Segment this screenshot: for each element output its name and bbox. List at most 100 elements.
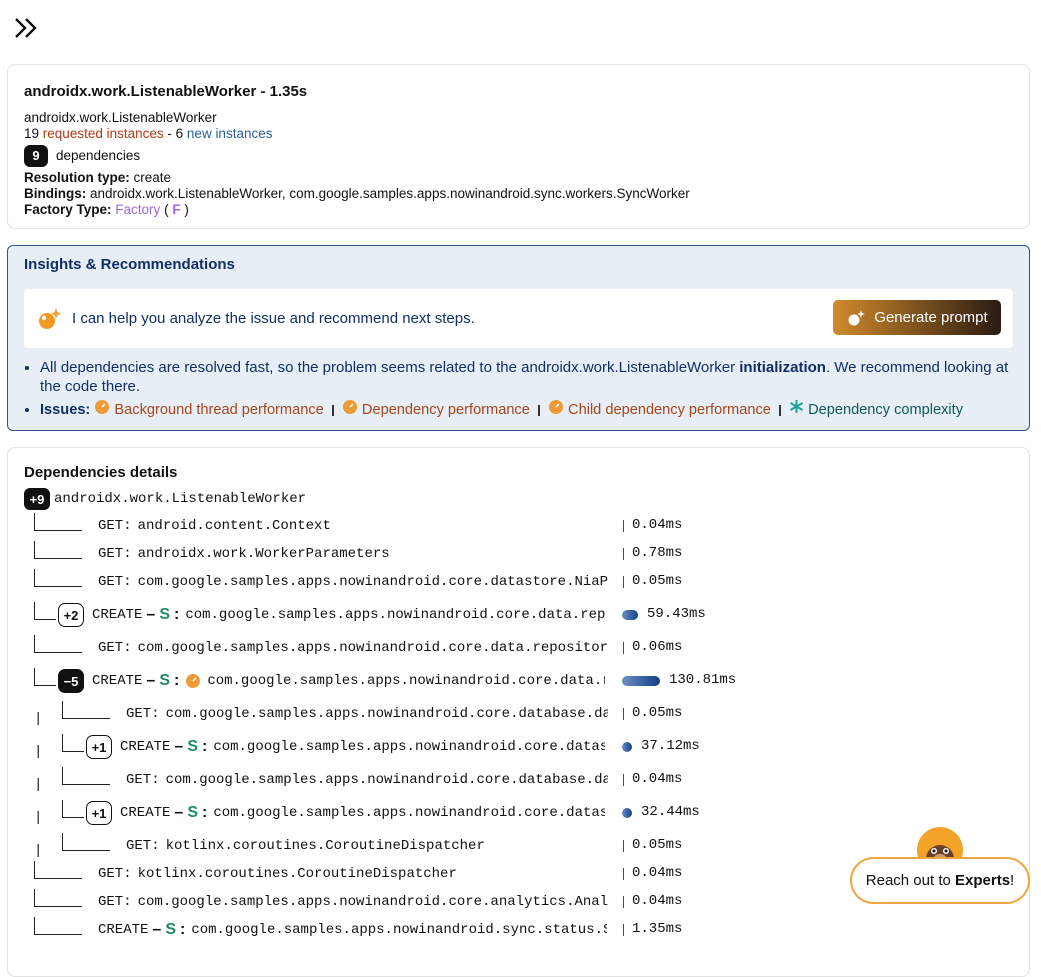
ai-sparkle-icon [39, 307, 61, 329]
dash: – [146, 672, 156, 689]
dependency-row[interactable]: GET: com.google.samples.apps.nowinandroid… [112, 701, 608, 727]
recommendation-text: All dependencies are resolved fast, so t… [40, 359, 740, 376]
timing-bar [622, 742, 632, 752]
bindings: Bindings: androidx.work.ListenableWorker… [24, 186, 1013, 202]
resolution-time: 32.44ms [641, 804, 700, 820]
operation-label: GET: [98, 640, 132, 656]
separator [537, 404, 540, 416]
resolution-time: 0.06ms [632, 639, 683, 655]
factory-value: Factory [115, 202, 161, 217]
tree-connector [62, 767, 110, 785]
dependency-name: com.google.samples.apps.nowinandroid.cor… [185, 607, 605, 623]
bindings-value: androidx.work.ListenableWorker, com.goog… [90, 186, 690, 201]
resolution-label: Resolution type: [24, 170, 130, 185]
timing-bar [623, 896, 624, 908]
requested-instances-link[interactable]: requested instances [43, 126, 164, 141]
operation-label: GET: [98, 866, 132, 882]
tree-connector [34, 917, 82, 935]
experts-bold: Experts [955, 872, 1011, 889]
complexity-asterisk-icon [789, 400, 804, 413]
new-instances-link[interactable]: new instances [187, 126, 273, 141]
double-chevron-right-icon [15, 18, 37, 38]
timing-bar [623, 868, 624, 880]
child-count-badge[interactable]: −5 [58, 669, 84, 693]
resolution-time: 0.04ms [632, 771, 683, 787]
scope-singleton: S [159, 672, 170, 689]
dash: – [174, 738, 184, 755]
dependency-name: com.google.samples.apps.nowinandroid.cor… [137, 894, 608, 910]
reach-out-experts-button[interactable]: Reach out to Experts! [850, 857, 1030, 904]
dash: – [146, 606, 156, 623]
dependency-name: com.google.samples.apps.nowinandroid.cor… [213, 739, 605, 755]
operation-label: GET: [126, 706, 160, 722]
tree-connector [34, 513, 82, 531]
root-expand-badge[interactable]: +9 [24, 488, 50, 510]
child-count-badge[interactable]: +2 [58, 603, 84, 627]
timing-bar [623, 642, 624, 654]
issue-dependency-complexity[interactable]: Dependency complexity [789, 400, 963, 418]
dependency-name: com.google.samples.apps.nowinandroid.syn… [191, 922, 607, 938]
dependency-row[interactable]: +2 CREATE – S: com.google.samples.apps.nowin… [58, 602, 605, 628]
tree-guide: | [34, 810, 43, 826]
dependency-name: com.google.samples.apps.nowinandroid.cor… [207, 673, 605, 689]
tree-connector [34, 889, 82, 907]
tree-connector [34, 541, 82, 559]
dependency-count-badge: 9 [24, 145, 48, 167]
timing-bar [623, 548, 624, 560]
dependency-row[interactable]: CREATE – S: com.google.samples.apps.nowinan… [84, 917, 607, 943]
resolution-time: 0.05ms [632, 837, 683, 853]
colon: : [180, 921, 186, 938]
dependency-row[interactable]: −5 CREATE – S: com.google.samples.apps.nowin… [58, 668, 605, 694]
generate-prompt-button[interactable]: Generate prompt [833, 300, 1001, 335]
operation-label: CREATE [120, 739, 171, 755]
performance-gauge-icon [342, 400, 357, 414]
recommendation-list: All dependencies are resolved fast, so t… [24, 358, 1013, 420]
issue-label: Background thread performance [114, 402, 324, 418]
dependency-row[interactable]: +1 CREATE – S: com.google.samples.apps.nowin… [86, 800, 605, 826]
dependency-row[interactable]: GET: com.google.samples.apps.nowinandroid… [84, 889, 608, 915]
dependency-row[interactable]: GET: kotlinx.coroutines.CoroutineDispatch… [112, 833, 608, 859]
issue-dependency-performance[interactable]: Dependency performance [342, 400, 534, 418]
dependency-row[interactable]: GET: com.google.samples.apps.nowinandroid… [84, 569, 608, 595]
performance-gauge-icon [95, 400, 110, 414]
recommendation-item: All dependencies are resolved fast, so t… [40, 358, 1013, 396]
colon: : [174, 606, 180, 623]
operation-label: CREATE [120, 805, 171, 821]
issue-child-dependency-performance[interactable]: Child dependency performance [548, 400, 775, 418]
dependency-name: com.google.samples.apps.nowinandroid.cor… [165, 772, 608, 788]
timing-bar [622, 610, 638, 620]
child-count-badge[interactable]: +1 [86, 801, 112, 825]
separator [331, 404, 334, 416]
operation-label: CREATE [92, 673, 143, 689]
dependency-row[interactable]: GET: com.google.samples.apps.nowinandroid… [112, 767, 608, 793]
factory-label: Factory Type: [24, 202, 112, 217]
dependency-name: android.content.Context [137, 518, 331, 534]
operation-label: GET: [98, 574, 132, 590]
tree-connector [34, 668, 56, 686]
dependency-row[interactable]: +1 CREATE – S: com.google.samples.apps.nowin… [86, 734, 605, 760]
dependency-row[interactable]: GET: com.google.samples.apps.nowinandroid… [84, 635, 608, 661]
resolution-time: 0.04ms [632, 517, 683, 533]
tree-guide: | [34, 777, 43, 793]
dependency-row[interactable]: GET: kotlinx.coroutines.CoroutineDispatch… [84, 861, 608, 887]
tree-connector [34, 635, 82, 653]
generate-prompt-label: Generate prompt [874, 309, 988, 326]
tree-root[interactable]: +9 androidx.work.ListenableWorker [24, 487, 1013, 511]
resolution-value: create [133, 170, 172, 185]
dependency-row[interactable]: GET: android.content.Context [84, 513, 608, 539]
operation-label: CREATE [92, 607, 143, 623]
instances-line: 19 requested instances - 6 new instances [24, 126, 1013, 142]
dependency-row[interactable]: GET: androidx.work.WorkerParameters [84, 541, 608, 567]
timing-bar [623, 840, 624, 852]
dependency-name: androidx.work.WorkerParameters [137, 546, 390, 562]
issue-background-thread[interactable]: Background thread performance [94, 400, 327, 418]
resolution-time: 1.35ms [632, 921, 683, 937]
collapse-toggle-button[interactable] [12, 14, 42, 44]
resolution-time: 0.78ms [632, 545, 683, 561]
colon: : [202, 804, 208, 821]
child-count-badge[interactable]: +1 [86, 735, 112, 759]
issue-label: Child dependency performance [568, 402, 771, 418]
issues-label: Issues: [40, 402, 91, 418]
dash: – [174, 804, 184, 821]
dependency-name: kotlinx.coroutines.CoroutineDispatcher [165, 838, 485, 854]
